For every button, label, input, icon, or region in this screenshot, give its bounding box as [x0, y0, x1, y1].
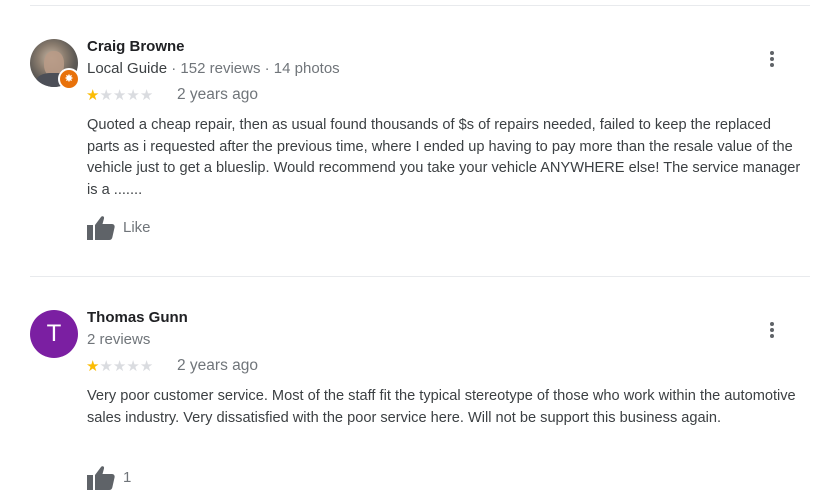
like-count: 1 — [123, 469, 132, 486]
star-icon: ★ — [86, 87, 100, 104]
star-icon: ★ — [99, 87, 113, 104]
like-button[interactable]: 1 — [87, 465, 147, 491]
star-icon: ★ — [126, 87, 140, 104]
star-icon: ★ — [139, 358, 154, 375]
like-label: Like — [123, 219, 151, 236]
review-text: Very poor customer service. Most of the … — [87, 388, 796, 426]
reviewer-meta: Local Guide · 152 reviews · 14 photos — [87, 60, 340, 77]
reviewer-name[interactable]: Thomas Gunn — [87, 309, 188, 326]
avatar[interactable]: T — [30, 310, 78, 358]
review-count: 152 reviews — [180, 60, 261, 77]
star-icon: ★ — [112, 358, 127, 375]
like-button[interactable]: Like — [87, 215, 167, 241]
star-icon: ★ — [86, 358, 100, 375]
divider — [30, 276, 810, 277]
star-rating: ★★★★★ — [86, 359, 153, 375]
review-text: Quoted a cheap repair, then as usual fou… — [87, 117, 801, 198]
star-icon: ★ — [99, 358, 113, 375]
star-icon: ★ — [112, 87, 127, 104]
review-date: 2 years ago — [177, 357, 258, 374]
local-guide-label: Local Guide — [87, 60, 168, 77]
local-guide-star-icon: ✸ — [58, 68, 80, 90]
divider — [30, 5, 810, 6]
photo-count: 14 photos — [273, 60, 340, 77]
reviewer-name[interactable]: Craig Browne — [87, 38, 185, 55]
star-icon: ★ — [139, 87, 154, 104]
reviews-list: ✸ Craig Browne Local Guide · 152 reviews… — [0, 0, 825, 497]
star-rating: ★★★★★ — [86, 88, 153, 104]
more-vert-icon[interactable] — [762, 320, 782, 344]
review-count: 2 reviews — [87, 331, 151, 348]
thumbs-up-icon — [87, 216, 115, 240]
meta-separator: · — [264, 60, 270, 77]
more-vert-icon[interactable] — [762, 49, 782, 73]
review-date: 2 years ago — [177, 86, 258, 103]
star-icon: ★ — [126, 358, 140, 375]
reviewer-meta: 2 reviews — [87, 331, 150, 348]
meta-separator: · — [171, 60, 177, 77]
thumbs-up-icon — [87, 466, 115, 490]
